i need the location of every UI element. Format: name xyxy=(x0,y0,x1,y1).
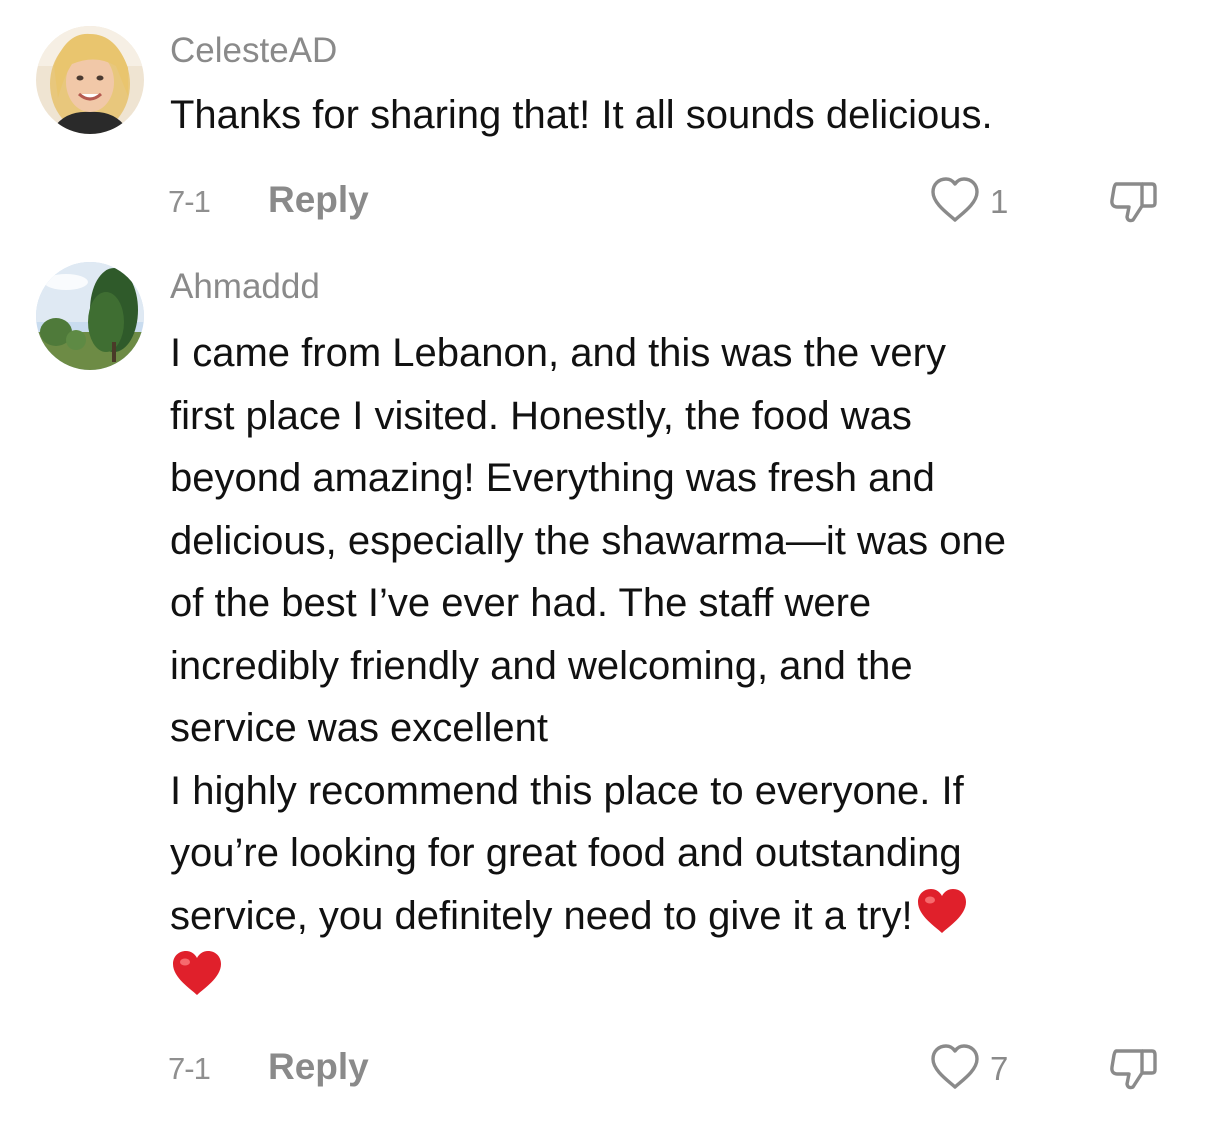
user-avatar[interactable] xyxy=(36,262,144,370)
comment-text-line: of the best I’ve ever had. The staff wer… xyxy=(170,581,872,625)
comment-text-line: I came from Lebanon, and this was the ve… xyxy=(170,331,946,375)
red-heart-emoji-icon xyxy=(170,949,224,999)
comment-text-line: delicious, especially the shawarma—it wa… xyxy=(170,518,1006,563)
comment-text-line: beyond amazing! Everything was fresh and xyxy=(170,456,935,500)
comment-text-line: incredibly friendly and welcoming, and t… xyxy=(170,643,913,688)
comment-username[interactable]: Ahmaddd xyxy=(170,267,320,307)
comment-text-line: first place I visited. Honestly, the foo… xyxy=(170,393,912,438)
heart-outline-icon[interactable] xyxy=(928,1043,982,1091)
comment-date: 7-1 xyxy=(168,1051,211,1086)
comment-text-line: you’re looking for great food and outsta… xyxy=(170,831,962,875)
comment-text-fragment: service, you definitely need to give it … xyxy=(170,893,913,938)
red-heart-emoji-icon xyxy=(915,887,969,937)
comment-text-line xyxy=(170,947,1180,1010)
comment-text-line: service was excellent xyxy=(170,706,548,750)
comment-actions: 7-1 Reply 7 xyxy=(0,1043,1206,1093)
like-count: 7 xyxy=(990,1050,1009,1087)
comment-text-line: service, you definitely need to give it … xyxy=(170,885,1180,948)
comment-text: I came from Lebanon, and this was the ve… xyxy=(170,322,1180,1010)
thumbs-down-icon[interactable] xyxy=(1106,1043,1160,1095)
avatar-photo-icon xyxy=(36,262,144,370)
comment-item: Ahmaddd I came from Lebanon, and this wa… xyxy=(0,0,1206,1126)
reply-button[interactable]: Reply xyxy=(268,1045,369,1089)
comment-text-line: I highly recommend this place to everyon… xyxy=(170,768,964,813)
